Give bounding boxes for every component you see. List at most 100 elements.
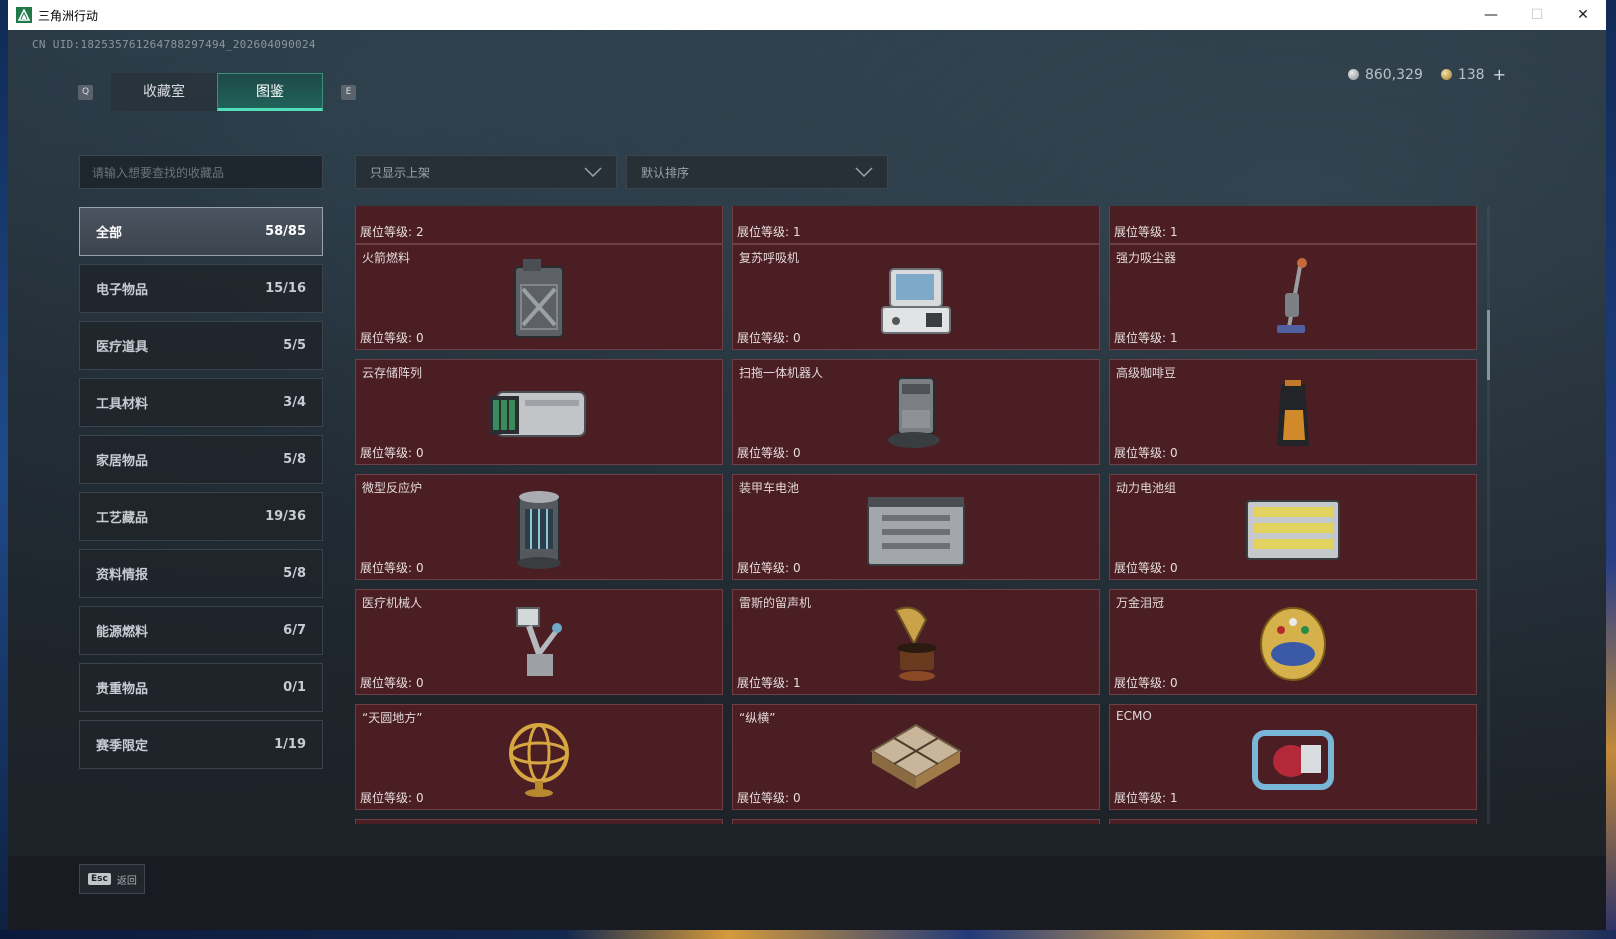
- collection-item-card[interactable]: 展位等级: 1: [1109, 206, 1477, 244]
- window-controls: — ☐ ✕: [1468, 0, 1606, 30]
- collection-item-card[interactable]: 展位等级: 2: [355, 206, 723, 244]
- collection-item-card-partial[interactable]: [1109, 819, 1477, 824]
- collection-item-card[interactable]: 万金泪冠 展位等级: 0: [1109, 589, 1477, 695]
- level-label: 展位等级:: [1114, 225, 1167, 239]
- category-energy[interactable]: 能源燃料 6/7: [79, 606, 323, 655]
- collection-item-card[interactable]: 微型反应炉 展位等级: 0: [355, 474, 723, 580]
- back-button[interactable]: Esc 返回: [79, 864, 145, 894]
- collection-item-card[interactable]: 动力电池组 展位等级: 0: [1109, 474, 1477, 580]
- level-value: 0: [793, 446, 801, 460]
- sort-value: 默认排序: [641, 165, 690, 180]
- collection-item-card[interactable]: “纵横” 展位等级: 0: [732, 704, 1100, 810]
- chevron-down-icon: [855, 167, 873, 177]
- item-name: “纵横”: [739, 711, 776, 725]
- item-name: 高级咖啡豆: [1116, 366, 1177, 380]
- item-level: 展位等级: 0: [360, 559, 424, 576]
- category-count: 5/5: [283, 338, 306, 353]
- category-label: 资料情报: [96, 568, 149, 583]
- game-window: 三角洲行动 — ☐ ✕ CN UID:18253576126478829749​…: [8, 0, 1606, 930]
- category-count: 19/36: [265, 509, 306, 524]
- category-tools[interactable]: 工具材料 3/4: [79, 378, 323, 427]
- item-level: 展位等级: 0: [737, 559, 801, 576]
- collection-item-card[interactable]: 扫拖一体机器人 展位等级: 0: [732, 359, 1100, 465]
- desktop-background-left: [0, 0, 8, 939]
- collection-item-card-partial[interactable]: [732, 819, 1100, 824]
- collection-item-card[interactable]: 高级咖啡豆展位等级: 0: [1109, 359, 1477, 465]
- battery-pack-icon: [1233, 485, 1353, 571]
- collection-item-card[interactable]: 雷斯的留声机 展位等级: 1: [732, 589, 1100, 695]
- tab-collection-room[interactable]: 收藏室: [111, 73, 217, 111]
- minimize-button[interactable]: —: [1468, 0, 1514, 30]
- close-button[interactable]: ✕: [1560, 0, 1606, 30]
- collection-item-card[interactable]: 复苏呼吸机 展位等级: 0: [732, 244, 1100, 350]
- collection-item-card[interactable]: 强力吸尘器 展位等级: 1: [1109, 244, 1477, 350]
- item-level: 展位等级: 0: [1114, 444, 1178, 461]
- level-label: 展位等级:: [1114, 676, 1167, 690]
- category-label: 赛季限定: [96, 739, 149, 754]
- collection-item-card[interactable]: 展位等级: 1: [732, 206, 1100, 244]
- tab-left-key-hint: Q: [78, 84, 93, 100]
- category-label: 全部: [96, 226, 123, 241]
- currency-bar: 860,329 138 +: [1347, 65, 1506, 84]
- level-value: 2: [416, 225, 424, 239]
- collection-item-card[interactable]: 云存储阵列 展位等级: 0: [355, 359, 723, 465]
- tab-catalog[interactable]: 图鉴: [217, 73, 323, 111]
- add-currency-icon[interactable]: +: [1493, 65, 1506, 84]
- level-label: 展位等级:: [737, 446, 790, 460]
- item-name: 医疗机械人: [362, 596, 423, 610]
- category-crafts[interactable]: 工艺藏品 19/36: [79, 492, 323, 541]
- item-name: 扫拖一体机器人: [739, 366, 824, 380]
- level-value: 0: [416, 791, 424, 805]
- item-name: 强力吸尘器: [1116, 251, 1177, 265]
- vehicle-battery-icon: [856, 485, 976, 571]
- display-filter-dropdown[interactable]: 只显示上架: [355, 155, 617, 189]
- category-label: 工具材料: [96, 397, 149, 412]
- category-valuables[interactable]: 贵重物品 0/1: [79, 663, 323, 712]
- game-screen: CN UID:18253576126478829749​4_2026040900…: [8, 30, 1606, 930]
- item-level: 展位等级: 1: [737, 674, 801, 691]
- category-household[interactable]: 家居物品 5/8: [79, 435, 323, 484]
- level-value: 0: [416, 446, 424, 460]
- collection-item-card[interactable]: ECMO 展位等级: 1: [1109, 704, 1477, 810]
- partial-item-icon: [479, 206, 599, 235]
- category-electronics[interactable]: 电子物品 15/16: [79, 264, 323, 313]
- search-input[interactable]: 请输入想要查找的收藏品: [79, 155, 323, 189]
- item-level: 展位等级: 0: [737, 789, 801, 806]
- gramophone-icon: [856, 600, 976, 686]
- level-label: 展位等级:: [1114, 791, 1167, 805]
- level-label: 展位等级:: [360, 676, 413, 690]
- category-label: 家居物品: [96, 454, 149, 469]
- chessboard-icon: [856, 715, 976, 801]
- medical-robot-icon: [479, 600, 599, 686]
- collection-item-card[interactable]: 装甲车电池 展位等级: 0: [732, 474, 1100, 580]
- level-value: 0: [416, 676, 424, 690]
- grid-scrollbar-thumb[interactable]: [1487, 310, 1490, 380]
- category-all[interactable]: 全部 58/85: [79, 207, 323, 256]
- jeweled-egg-icon: [1233, 600, 1353, 686]
- category-label: 工艺藏品: [96, 511, 149, 526]
- item-level: 展位等级: 0: [1114, 674, 1178, 691]
- collection-item-card-partial[interactable]: [355, 819, 723, 824]
- item-level: 展位等级: 0: [360, 329, 424, 346]
- category-medical[interactable]: 医疗道具 5/5: [79, 321, 323, 370]
- level-value: 0: [1170, 561, 1178, 575]
- sort-dropdown[interactable]: 默认排序: [626, 155, 888, 189]
- desktop-taskbar-strip: [0, 930, 1616, 939]
- grid-scrollbar-track[interactable]: [1487, 206, 1490, 824]
- category-count: 1/19: [274, 737, 306, 752]
- back-label: 返回: [116, 875, 137, 887]
- collection-item-card[interactable]: “天圆地方” 展位等级: 0: [355, 704, 723, 810]
- partial-item-icon: [856, 206, 976, 235]
- ventilator-icon: [856, 255, 976, 341]
- category-season-limited[interactable]: 赛季限定 1/19: [79, 720, 323, 769]
- gold-currency[interactable]: 138 +: [1440, 65, 1506, 84]
- collection-item-card[interactable]: 医疗机械人展位等级: 0: [355, 589, 723, 695]
- collection-grid: 展位等级: 2 展位等级: 1 展位等级: 1 火箭燃料 展位等级: 0 复苏呼吸机 展位等级: 0 强…: [355, 206, 1489, 824]
- category-label: 能源燃料: [96, 625, 149, 640]
- category-intel[interactable]: 资料情报 5/8: [79, 549, 323, 598]
- level-label: 展位等级:: [360, 225, 413, 239]
- collection-item-card[interactable]: 火箭燃料 展位等级: 0: [355, 244, 723, 350]
- maximize-button[interactable]: ☐: [1514, 0, 1560, 30]
- item-level: 展位等级: 1: [737, 223, 801, 240]
- category-list: 全部 58/85 电子物品 15/16 医疗道具 5/5 工具材料 3/4 家居物品 5/…: [79, 207, 323, 777]
